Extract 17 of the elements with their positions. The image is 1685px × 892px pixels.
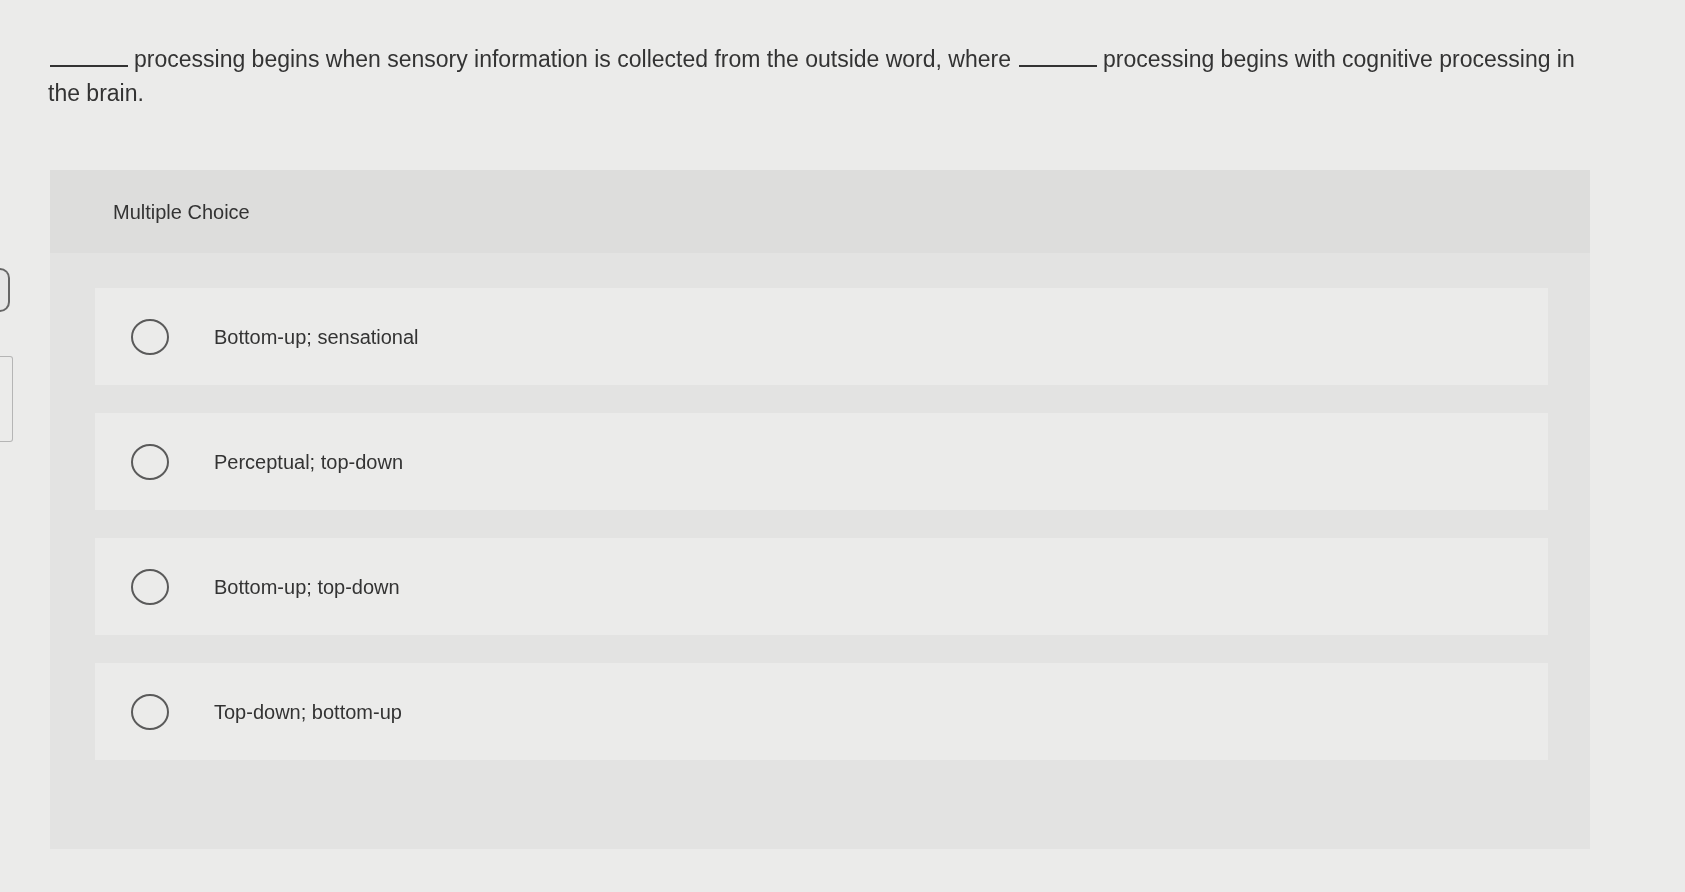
- answer-option[interactable]: Perceptual; top-down: [95, 413, 1548, 510]
- radio-button[interactable]: [131, 318, 169, 355]
- radio-button[interactable]: [131, 568, 169, 605]
- option-label: Top-down; bottom-up: [214, 699, 402, 725]
- radio-button[interactable]: [131, 693, 169, 730]
- option-label: Bottom-up; top-down: [214, 574, 400, 600]
- option-label: Bottom-up; sensational: [214, 324, 419, 350]
- answer-option[interactable]: Bottom-up; top-down: [95, 538, 1548, 635]
- answer-option[interactable]: Bottom-up; sensational: [95, 288, 1548, 385]
- question-type-label: Multiple Choice: [113, 199, 250, 225]
- option-label: Perceptual; top-down: [214, 449, 403, 475]
- question-text: the brain.: [48, 79, 144, 108]
- answer-option[interactable]: Top-down; bottom-up: [95, 663, 1548, 760]
- edge-round-button[interactable]: [0, 268, 10, 312]
- question-text: processing begins with cognitive processing in: [1103, 45, 1575, 74]
- question-text: processing begins when sensory information is collected from the outside word, where: [134, 45, 1011, 74]
- radio-button[interactable]: [131, 443, 169, 480]
